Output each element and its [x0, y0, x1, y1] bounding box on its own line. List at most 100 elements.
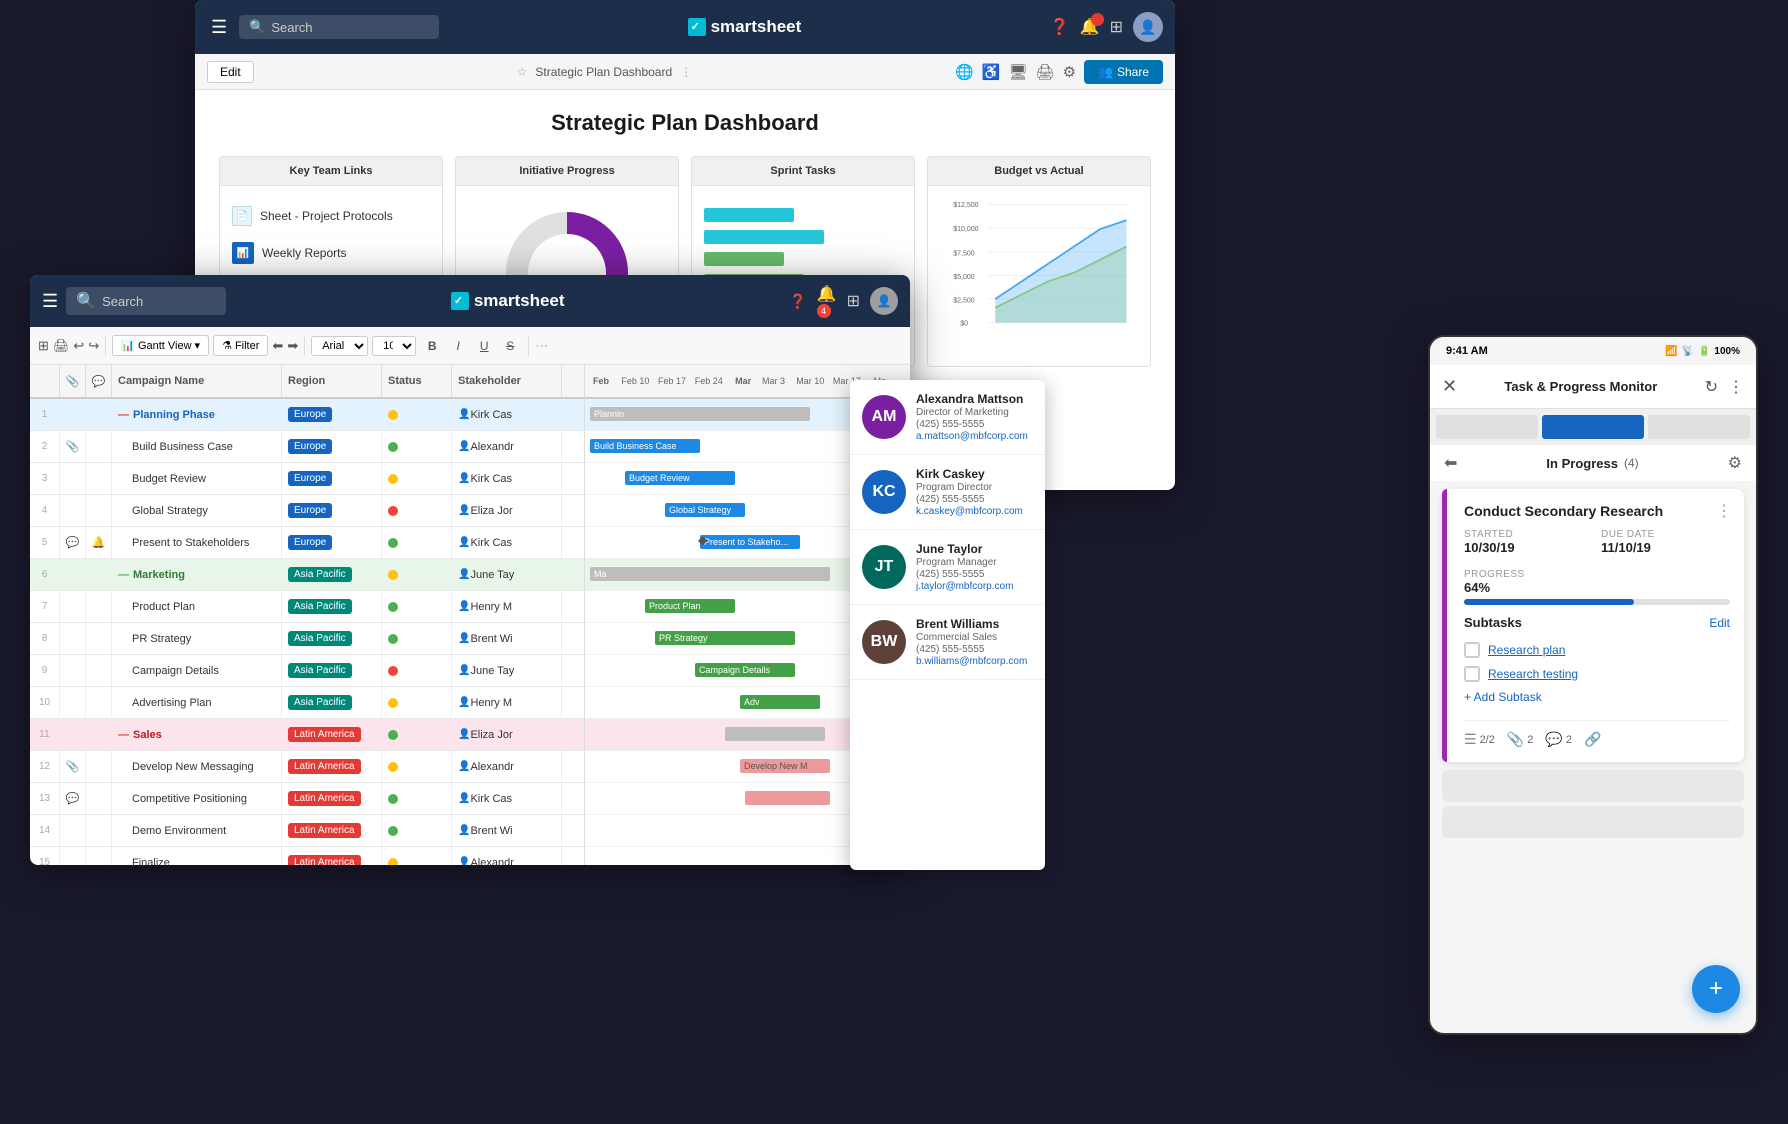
undo-icon[interactable]: ↩ [73, 338, 84, 354]
font-size-selector[interactable]: 10 [372, 336, 416, 356]
sprint-tasks-header: Sprint Tasks [692, 157, 914, 186]
person-name-4: Brent Williams [916, 617, 1027, 631]
link-icon: 🔗 [1584, 731, 1601, 748]
gantt-help-icon[interactable]: ❓ [789, 293, 806, 310]
gantt-bar-product: Product Plan [645, 599, 735, 613]
globe-icon[interactable]: 🌐 [955, 63, 974, 81]
table-row: 1 —Planning Phase Europe 👤 Kirk Cas [30, 399, 584, 431]
grid-view-icon[interactable]: ⊞ [38, 338, 49, 354]
notifications[interactable]: 🔔 [1080, 17, 1100, 37]
gantt-toolbar: ⊞ 🖨 ↩ ↪ 📊 Gantt View ▾ ⚗ Filter ⬅ ➡ Aria… [30, 327, 910, 365]
mobile-time: 9:41 AM [1446, 345, 1488, 357]
gantt-notifications[interactable]: 🔔 4 [817, 284, 837, 318]
screen-icon[interactable]: 🖥 [1008, 63, 1027, 81]
mobile-status-icons: 📶 📡 🔋 100% [1665, 346, 1740, 357]
col-comment: 💬 [86, 365, 112, 397]
attachment-icon: 📎 [1507, 731, 1524, 748]
strikethrough-button[interactable]: S [498, 334, 522, 358]
gantt-bell-icon: 🔔 [817, 286, 837, 303]
mobile-back-icon[interactable]: ⬅ [1444, 453, 1457, 473]
mobile-subtask-label-1[interactable]: Research plan [1488, 643, 1565, 657]
gantt-bar-present: Present to Stakeho... [700, 535, 800, 549]
mobile-due-field: Due Date 11/10/19 [1601, 529, 1730, 555]
bold-button[interactable]: B [420, 334, 444, 358]
person-avatar-2: KC [862, 470, 906, 514]
indent-icon[interactable]: ⬅ [272, 338, 283, 354]
outdent-icon[interactable]: ➡ [287, 338, 298, 354]
refresh-icon[interactable]: ↻ [1705, 377, 1718, 397]
person-phone-4: (425) 555-5555 [916, 644, 1027, 655]
settings-icon[interactable]: ⚙ [1063, 63, 1076, 81]
dashboard-search-box[interactable]: 🔍 Search [239, 15, 439, 39]
mobile-tab-1[interactable] [1436, 415, 1538, 439]
star-icon[interactable]: ☆ [517, 65, 528, 79]
toolbar-divider-3 [528, 336, 529, 356]
mobile-checkbox-2[interactable] [1464, 666, 1480, 682]
gantt-bar-develop: Develop New M [740, 759, 830, 773]
wifi-icon: 📡 [1682, 346, 1694, 357]
mobile-tasks-count: ☰ 2/2 [1464, 731, 1495, 748]
user-avatar[interactable]: 👤 [1133, 12, 1163, 42]
table-row: 5 💬 🔔 Present to Stakeholders Europe 👤 K… [30, 527, 584, 559]
grid-icon[interactable]: ⊞ [1110, 17, 1123, 37]
gantt-view-selector[interactable]: 📊 Gantt View ▾ [112, 335, 209, 356]
gantt-view-label: 📊 [121, 339, 135, 352]
share-button[interactable]: 👥 Share [1084, 60, 1163, 84]
mobile-subtask-label-2[interactable]: Research testing [1488, 667, 1578, 681]
gantt-hamburger-icon[interactable]: ☰ [42, 291, 58, 312]
mobile-settings-icon[interactable]: ⚙ [1728, 453, 1742, 473]
font-selector[interactable]: Arial [311, 336, 368, 356]
mobile-progress-label: Progress [1464, 569, 1730, 580]
gantt-bar-marketing: Ma [590, 567, 830, 581]
help-icon[interactable]: ❓ [1050, 17, 1070, 37]
gantt-grid-icon[interactable]: ⊞ [847, 291, 860, 311]
person-info-4: Brent Williams Commercial Sales (425) 55… [916, 617, 1027, 667]
print-icon[interactable]: 🖨 [53, 338, 70, 354]
mobile-section-header: ⬅ In Progress (4) ⚙ [1430, 445, 1756, 481]
svg-text:$12,500: $12,500 [953, 202, 978, 209]
table-row: 8 PR Strategy Asia Pacific 👤 Brent Wi [30, 623, 584, 655]
gantt-bar-competitive [745, 791, 830, 805]
svg-text:$0: $0 [960, 320, 968, 327]
table-row: 7 Product Plan Asia Pacific 👤 Henry M [30, 591, 584, 623]
redo-icon[interactable]: ↪ [88, 338, 99, 354]
person-name-2: Kirk Caskey [916, 467, 1023, 481]
col-stakeholder: Stakeholder [452, 365, 562, 397]
filter-btn[interactable]: ⚗ Filter [213, 335, 268, 356]
underline-button[interactable]: U [472, 334, 496, 358]
italic-button[interactable]: I [446, 334, 470, 358]
mobile-checkbox-1[interactable] [1464, 642, 1480, 658]
mobile-close-button[interactable]: ✕ [1442, 376, 1457, 397]
sprint-bar-teal-1 [704, 208, 794, 222]
mobile-window: 9:41 AM 📶 📡 🔋 100% ✕ Task & Progress Mon… [1428, 335, 1758, 1035]
mobile-attachments-count: 📎 2 [1507, 731, 1534, 748]
gantt-bar-pr: PR Strategy [655, 631, 795, 645]
more-menu-icon[interactable]: ⋮ [1728, 377, 1744, 397]
gantt-bar-advertising: Adv [740, 695, 820, 709]
more-options-icon[interactable]: ⋯ [535, 338, 548, 354]
edit-button[interactable]: Edit [207, 61, 254, 83]
print-icon[interactable]: 🖨 [1036, 63, 1055, 81]
mobile-card-menu-icon[interactable]: ⋮ [1716, 501, 1732, 521]
budget-header: Budget vs Actual [928, 157, 1150, 186]
mobile-fab-button[interactable]: + [1692, 965, 1740, 1013]
link-item-protocols[interactable]: 📄 Sheet - Project Protocols [232, 198, 430, 234]
people-panel: AM Alexandra Mattson Director of Marketi… [850, 380, 1045, 870]
dashboard-hamburger-icon[interactable]: ☰ [207, 13, 231, 42]
person-item-1: AM Alexandra Mattson Director of Marketi… [850, 380, 1045, 455]
mobile-edit-link[interactable]: Edit [1709, 616, 1730, 630]
gantt-user-avatar[interactable]: 👤 [870, 287, 898, 315]
mobile-subtasks-label: Subtasks [1464, 615, 1522, 630]
gantt-search-box[interactable]: 🔍 Search [66, 287, 226, 315]
mobile-add-subtask-button[interactable]: + Add Subtask [1464, 686, 1730, 708]
accessibility-icon[interactable]: ♿ [982, 63, 1001, 81]
mobile-tab-2[interactable] [1542, 415, 1644, 439]
table-row: 3 Budget Review Europe 👤 Kirk Cas [30, 463, 584, 495]
link-item-reports[interactable]: 📊 Weekly Reports [232, 234, 430, 272]
mobile-tabs [1430, 409, 1756, 445]
mobile-due-value: 11/10/19 [1601, 540, 1730, 555]
dashboard-topbar-right: ❓ 🔔 ⊞ 👤 [1050, 12, 1163, 42]
more-icon[interactable]: ⋮ [680, 65, 692, 79]
mobile-tab-3[interactable] [1648, 415, 1750, 439]
comments-count-value: 2 [1566, 734, 1572, 746]
